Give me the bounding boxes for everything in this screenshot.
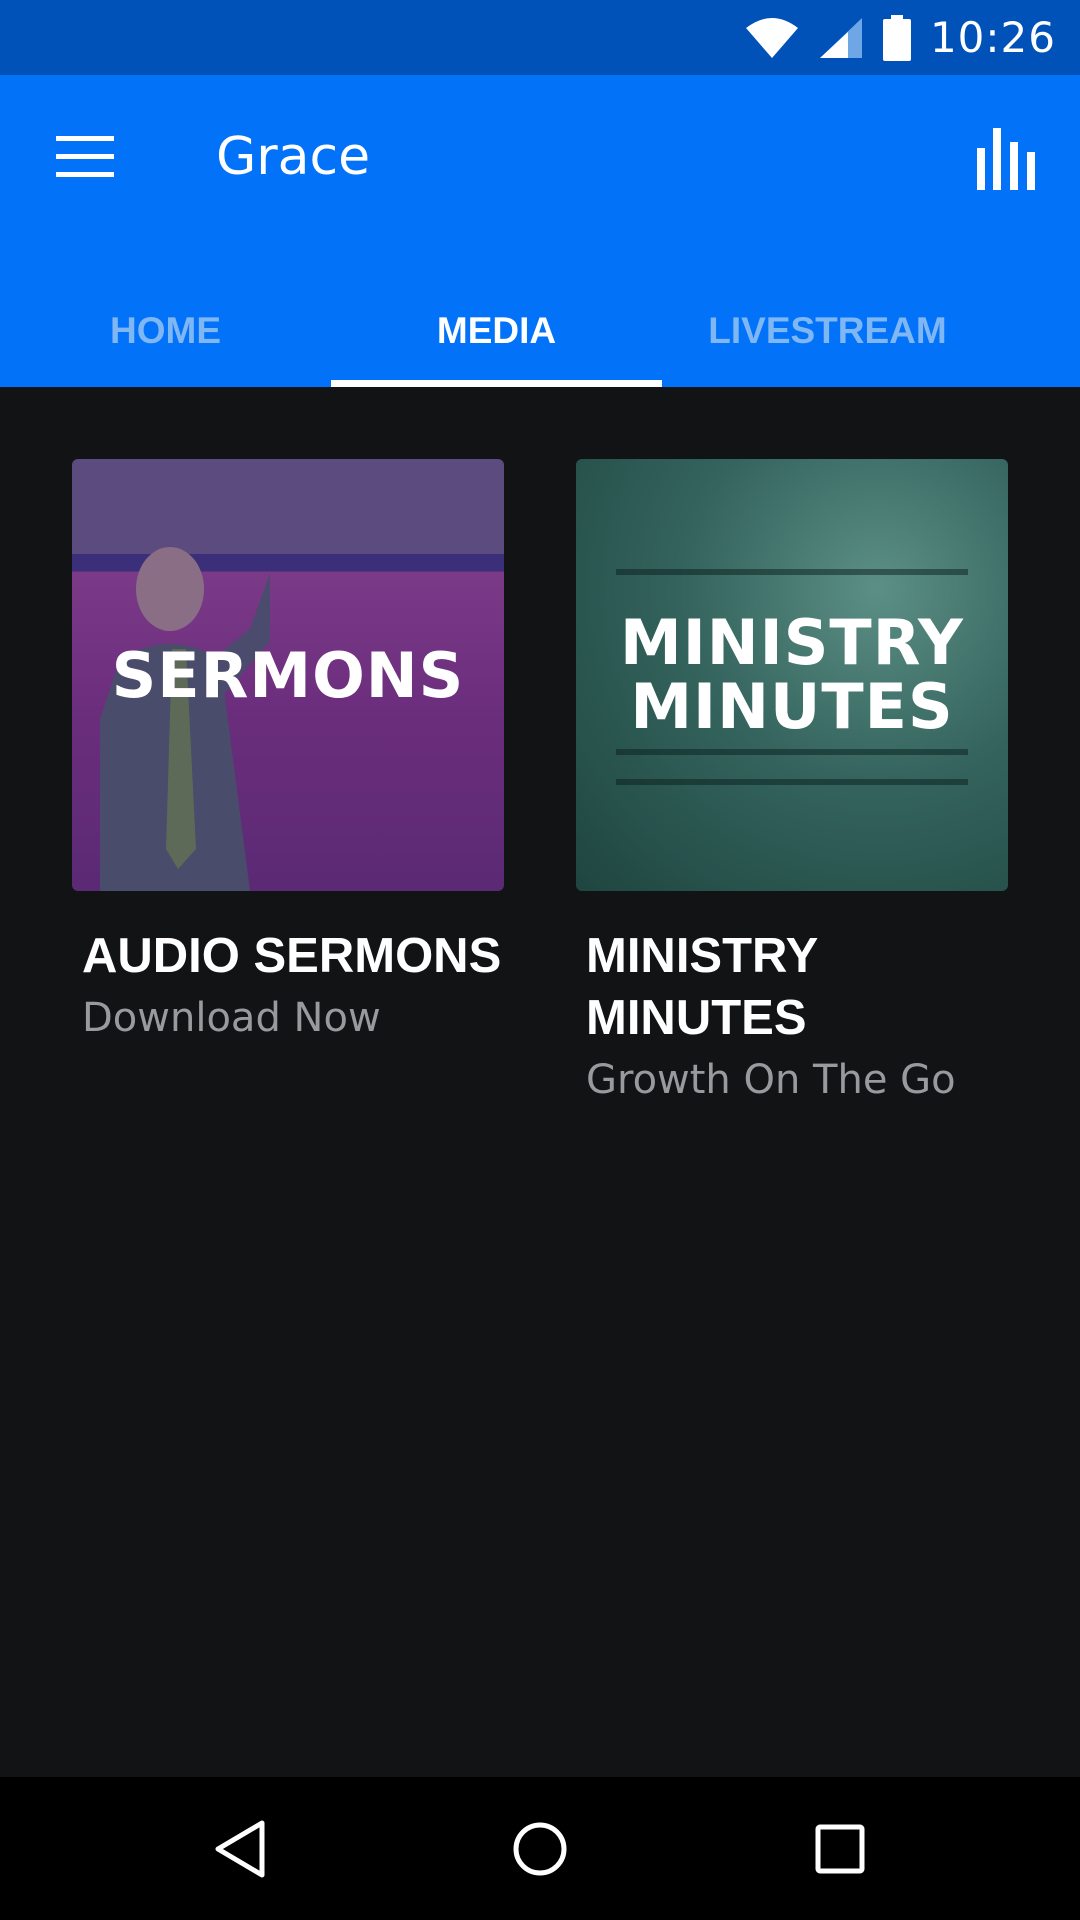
back-icon [215, 1820, 265, 1877]
card-subtitle: Download Now [82, 995, 381, 1041]
status-bar: 10:26 [0, 0, 1080, 75]
ministry-thumbnail-text: MINISTRY MINUTES [576, 611, 1008, 739]
tab-bar: HOME MEDIA LIVESTREAM [0, 275, 1080, 387]
home-icon [513, 1822, 567, 1875]
card-subtitle: Growth On The Go [586, 1057, 956, 1103]
hamburger-menu-icon [56, 136, 114, 177]
app-title: Grace [216, 127, 371, 187]
radio-dial-line [616, 779, 968, 785]
equalizer-button[interactable] [966, 119, 1046, 199]
sermons-thumbnail-text: SERMONS [111, 639, 465, 712]
status-icons: 10:26 [744, 0, 1056, 75]
ministry-minutes-thumbnail[interactable]: MINISTRY MINUTES [576, 459, 1008, 891]
tab-livestream[interactable]: LIVESTREAM [662, 275, 993, 387]
equalizer-icon [977, 128, 1035, 190]
radio-dial-line [616, 569, 968, 575]
card-title: MINISTRY MINUTES [586, 929, 818, 1045]
system-nav-bar [0, 1777, 1080, 1920]
status-time: 10:26 [929, 13, 1056, 62]
back-button[interactable] [170, 1777, 310, 1920]
cell-signal-icon [819, 17, 862, 58]
media-content: SERMONS AUDIO SERMONS Download Now MINIS… [0, 387, 1080, 1777]
card-audio-sermons[interactable]: SERMONS AUDIO SERMONS Download Now [72, 459, 504, 1045]
wifi-icon [745, 17, 798, 58]
tab-home[interactable]: HOME [0, 275, 331, 387]
ministry-thumbnail-line1: MINISTRY [620, 606, 964, 679]
sermons-thumbnail[interactable]: SERMONS [72, 459, 504, 891]
recents-button[interactable] [770, 1777, 910, 1920]
menu-button[interactable] [40, 117, 130, 197]
radio-dial-line [616, 749, 968, 755]
card-ministry-minutes[interactable]: MINISTRY MINUTES MINISTRY MINUTES Growth… [576, 459, 1008, 1107]
app-bar: Grace HOME MEDIA LIVESTREAM [0, 75, 1080, 387]
battery-icon [882, 14, 911, 61]
card-title: AUDIO SERMONS [82, 929, 502, 983]
home-button[interactable] [470, 1777, 610, 1920]
ministry-thumbnail-line2: MINUTES [630, 670, 954, 743]
recents-icon [815, 1824, 865, 1873]
tab-media[interactable]: MEDIA [331, 275, 662, 387]
